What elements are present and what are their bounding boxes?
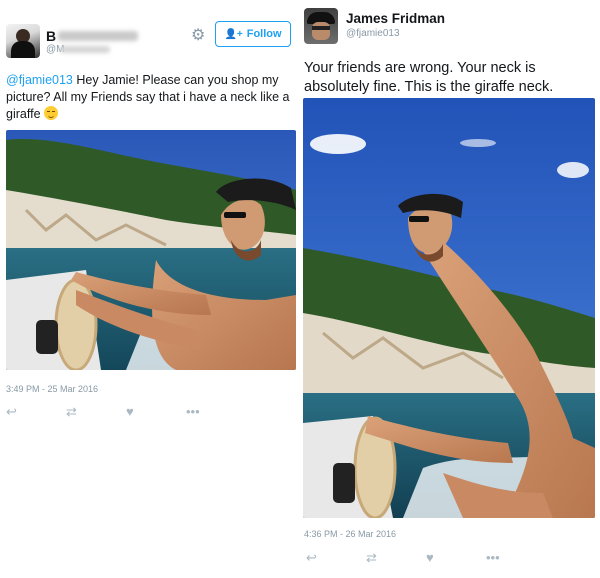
tweet-actions: ↩ ⇄ ♥ ••• [6,404,246,420]
avatar[interactable] [304,8,338,44]
gear-icon[interactable]: ⚙ [191,25,205,45]
tweet-text: Your friends are wrong. Your neck is abs… [304,60,554,95]
reply-icon[interactable]: ↩ [306,550,366,566]
blurred-name [58,31,138,41]
tweet-timestamp[interactable]: 4:36 PM - 26 Mar 2016 [304,529,396,539]
blurred-handle [60,46,110,53]
giraffe-neck-photo-illustration [303,98,595,518]
tweet-photo-edited[interactable] [303,98,595,518]
more-icon[interactable]: ••• [186,404,246,420]
display-name[interactable]: B [46,28,56,44]
follow-label: Follow [246,28,282,40]
like-icon[interactable]: ♥ [426,550,486,566]
avatar-face [312,22,330,40]
like-icon[interactable]: ♥ [126,404,186,420]
relieved-face-emoji-icon [44,106,58,120]
tweet-text: @fjamie013 Hey Jamie! Please can you sho… [6,72,298,123]
retweet-icon[interactable]: ⇄ [366,550,426,566]
avatar-body [11,41,35,58]
original-tweet: B @M ⚙ 👤+ Follow @fjamie013 Hey Jamie! P… [0,0,300,578]
display-name[interactable]: James Fridman [346,11,445,26]
follow-button[interactable]: 👤+ Follow [215,21,291,47]
username[interactable]: @fjamie013 [346,28,400,39]
tweet-photo-original[interactable] [6,130,296,370]
more-icon[interactable]: ••• [486,550,546,566]
add-user-icon: 👤+ [224,28,243,40]
tweet-actions: ↩ ⇄ ♥ ••• [306,550,546,566]
avatar-sunglasses [312,26,330,30]
retweet-icon[interactable]: ⇄ [66,404,126,420]
tweet-timestamp[interactable]: 3:49 PM - 25 Mar 2016 [6,384,98,394]
reply-icon[interactable]: ↩ [6,404,66,420]
avatar[interactable] [6,24,40,58]
mention-link[interactable]: @fjamie013 [6,73,73,87]
boat-photo-illustration [6,130,296,370]
